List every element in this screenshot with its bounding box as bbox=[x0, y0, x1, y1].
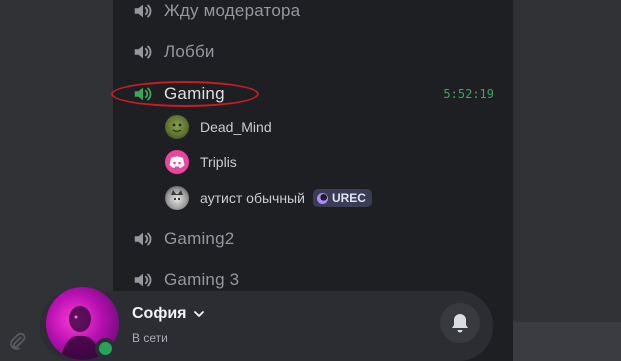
notifications-button[interactable] bbox=[440, 303, 480, 343]
speaker-icon bbox=[134, 273, 152, 287]
attachment-icon[interactable] bbox=[6, 331, 28, 353]
channel-name: Жду модератора bbox=[164, 1, 301, 20]
voice-member-row[interactable]: Dead_Mind bbox=[165, 114, 495, 140]
member-name: аутист обычный bbox=[200, 190, 305, 206]
user-name-dropdown[interactable]: София bbox=[132, 305, 205, 323]
user-name: София bbox=[132, 305, 187, 322]
moon-icon bbox=[316, 192, 328, 204]
message-bar-edge bbox=[513, 322, 621, 361]
user-status: В сети bbox=[132, 331, 168, 345]
chat-area-right bbox=[513, 0, 621, 361]
call-duration-timer: 5:52:19 bbox=[443, 87, 494, 101]
voice-channel-wait-moderator[interactable]: Жду модератора bbox=[132, 0, 502, 26]
discord-logo-icon bbox=[165, 150, 189, 174]
speaker-icon bbox=[134, 232, 152, 246]
online-status-icon bbox=[95, 338, 116, 359]
voice-channel-lobby[interactable]: Лобби bbox=[132, 37, 502, 67]
badge-label: UREC bbox=[331, 191, 366, 205]
member-name: Dead_Mind bbox=[200, 119, 272, 135]
cat-avatar-icon bbox=[165, 186, 189, 210]
channel-name: Gaming 3 bbox=[164, 270, 240, 289]
channel-name: Лобби bbox=[164, 42, 215, 61]
shrek-avatar-icon bbox=[165, 115, 189, 139]
bell-icon bbox=[452, 314, 468, 333]
member-name: Triplis bbox=[200, 154, 237, 170]
speaker-icon bbox=[134, 4, 152, 18]
chevron-down-icon bbox=[193, 311, 204, 317]
urec-badge: UREC bbox=[312, 189, 372, 207]
speaker-icon bbox=[134, 45, 152, 59]
voice-member-row[interactable]: аутист обычный UREC bbox=[165, 185, 495, 211]
discord-window: Жду модератора Лобби Gaming 5:52:19 Dead… bbox=[0, 0, 621, 361]
annotation-highlight-ring bbox=[111, 81, 259, 107]
voice-member-row[interactable]: Triplis bbox=[165, 149, 495, 175]
channel-name: Gaming2 bbox=[164, 229, 235, 248]
voice-channel-gaming2[interactable]: Gaming2 bbox=[132, 224, 502, 254]
